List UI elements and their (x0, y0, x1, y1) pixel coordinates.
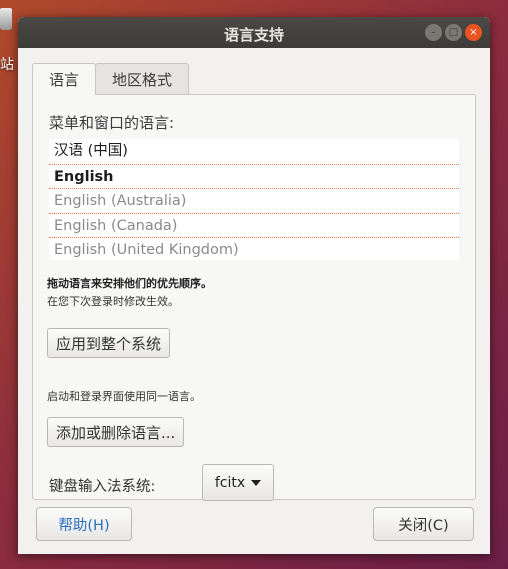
close-button[interactable]: 关闭(C) (373, 507, 474, 541)
close-icon: × (469, 26, 478, 38)
keyboard-input-method-value: fcitx (214, 474, 246, 491)
minimize-button[interactable]: – (425, 24, 442, 41)
language-panel: 菜单和窗口的语言: 汉语 (中国) English English (Austr… (32, 94, 476, 501)
tab-language[interactable]: 语言 (32, 63, 97, 95)
help-button[interactable]: 帮助(H) (36, 507, 132, 541)
minimize-icon: – (431, 26, 436, 38)
language-list[interactable]: 汉语 (中国) English English (Australia) Engl… (49, 139, 459, 260)
tab-bar: 语言 地区格式 (32, 63, 190, 95)
language-item[interactable]: 汉语 (中国) (49, 139, 459, 164)
window-title: 语言支持 (223, 26, 284, 44)
trash-icon (0, 8, 12, 30)
drag-order-hint: 拖动语言来安排他们的优先顺序。 (47, 277, 212, 290)
tab-regional-formats[interactable]: 地区格式 (95, 63, 190, 94)
language-item[interactable]: English (49, 163, 459, 189)
close-window-button[interactable]: × (465, 24, 482, 41)
next-login-hint: 在您下次登录时修改生效。 (47, 295, 179, 308)
trash-desktop-icon[interactable] (0, 8, 18, 52)
apply-system-wide-button[interactable]: 应用到整个系统 (47, 328, 171, 358)
window-controls: – □ × (425, 24, 482, 41)
login-screen-hint: 启动和登录界面使用同一语言。 (47, 390, 201, 403)
maximize-icon: □ (448, 26, 459, 38)
titlebar[interactable]: 语言支持 – □ × (18, 17, 490, 48)
chevron-down-icon (251, 479, 262, 486)
menu-window-language-title: 菜单和窗口的语言: (49, 114, 175, 132)
maximize-button[interactable]: □ (445, 24, 462, 41)
desktop-icon-label: 站 (0, 57, 14, 73)
language-item[interactable]: English (Australia) (49, 188, 459, 213)
keyboard-input-method-label: 键盘输入法系统: (49, 479, 156, 495)
language-item[interactable]: English (Canada) (49, 212, 459, 238)
language-support-window: 语言支持 – □ × 语言 地区格式 菜单和窗口的语言: 汉语 (中国) Eng… (18, 17, 490, 554)
keyboard-input-method-dropdown[interactable]: fcitx (202, 464, 274, 501)
add-remove-languages-button[interactable]: 添加或删除语言... (47, 417, 185, 447)
language-item[interactable]: English (United Kingdom) (49, 237, 459, 260)
